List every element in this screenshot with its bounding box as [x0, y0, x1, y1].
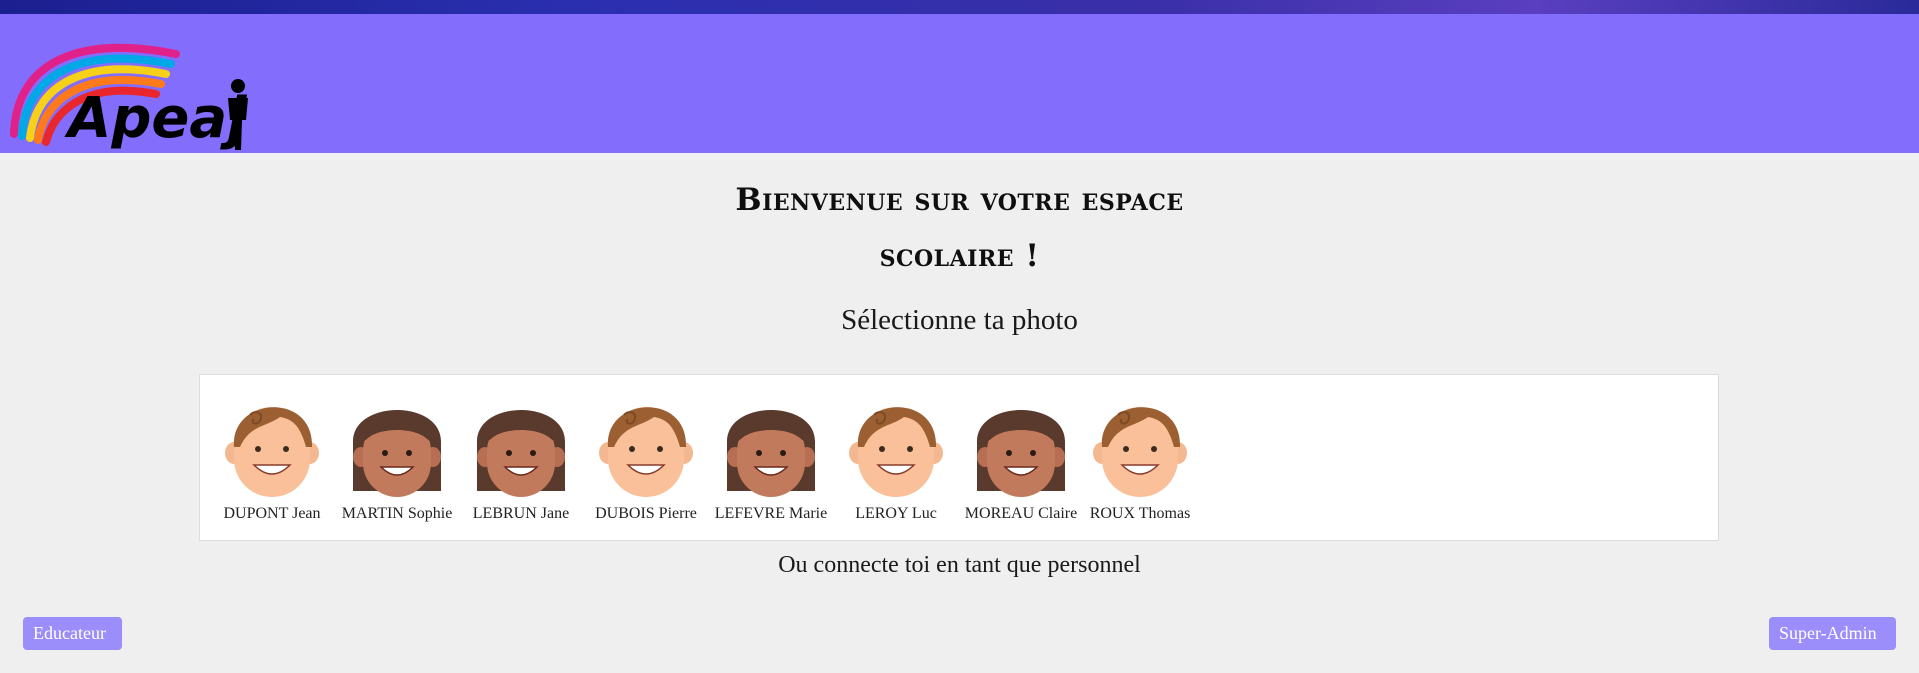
student-card[interactable]: DUPONT Jean — [213, 387, 331, 523]
educator-button[interactable]: Educateur — [23, 617, 122, 650]
girl-avatar-icon — [726, 410, 816, 497]
boy-avatar-icon — [599, 407, 693, 497]
student-name: LEROY Luc — [855, 505, 937, 522]
select-photo-subtitle: Sélectionne ta photo — [841, 304, 1078, 336]
student-name: LEBRUN Jane — [472, 505, 570, 522]
student-name: LEFEVRE Marie — [714, 505, 828, 522]
student-name: MARTIN Sophie — [341, 505, 453, 522]
girl-avatar-icon — [976, 410, 1066, 497]
student-card[interactable]: LEFEVRE Marie — [712, 387, 830, 523]
top-banner-strip — [0, 0, 1919, 14]
student-card[interactable]: ROUX Thomas — [1081, 387, 1199, 523]
boy-avatar-icon — [1093, 407, 1187, 497]
student-name: MOREAU Claire — [964, 505, 1078, 522]
boy-avatar-icon — [849, 407, 943, 497]
apeaj-logo[interactable]: Apeaj — [6, 24, 266, 154]
welcome-title: Bienvenue sur votre espace scolaire ! — [735, 182, 1184, 274]
student-card[interactable]: MARTIN Sophie — [338, 387, 456, 523]
super-admin-button[interactable]: Super-Admin — [1769, 617, 1896, 650]
boy-avatar-icon — [225, 407, 319, 497]
girl-avatar-icon — [352, 410, 442, 497]
student-name: DUBOIS Pierre — [595, 505, 697, 522]
student-name: ROUX Thomas — [1089, 505, 1191, 522]
header-bar: Apeaj — [0, 14, 1919, 153]
student-card[interactable]: LEROY Luc — [837, 387, 955, 523]
student-card[interactable]: LEBRUN Jane — [462, 387, 580, 523]
svg-text:Apeaj: Apeaj — [64, 86, 247, 151]
student-photo-grid: DUPONT Jean MARTIN Sophie LEBRUN Jane DU… — [199, 374, 1719, 541]
student-card[interactable]: DUBOIS Pierre — [587, 387, 705, 523]
staff-login-prompt: Ou connecte toi en tant que personnel — [778, 552, 1141, 578]
student-name: DUPONT Jean — [223, 505, 321, 522]
girl-avatar-icon — [476, 410, 566, 497]
student-card[interactable]: MOREAU Claire — [962, 387, 1080, 523]
